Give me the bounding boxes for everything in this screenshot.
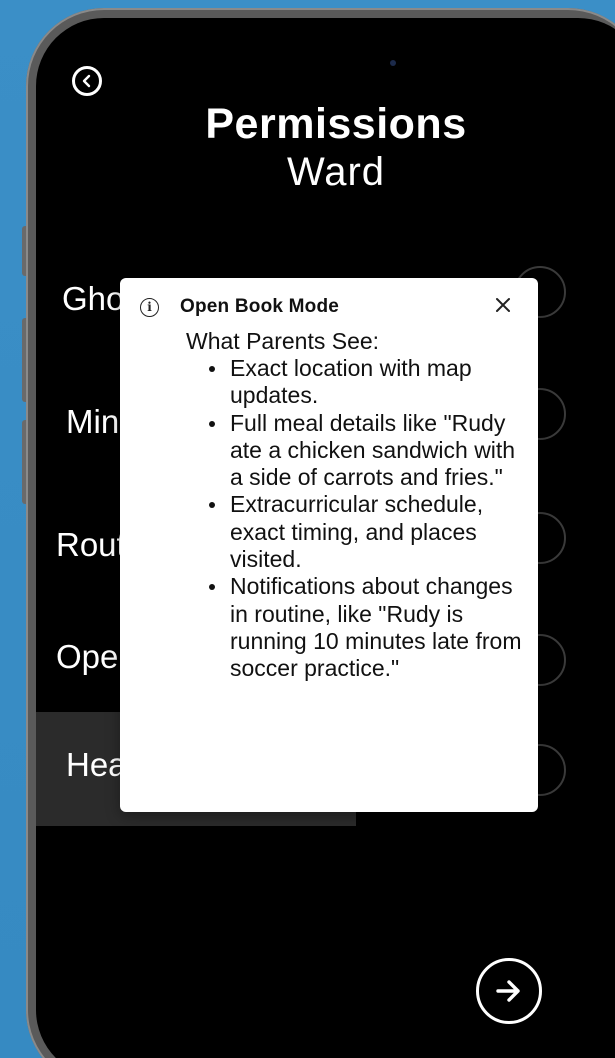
- arrow-right-icon: [496, 980, 520, 1002]
- close-icon[interactable]: [492, 294, 514, 316]
- camera-icon: [390, 60, 396, 66]
- list-item: Exact location with map updates.: [186, 355, 526, 410]
- list-item: Notifications about changes in routine, …: [186, 573, 526, 682]
- page-subtitle: Ward: [286, 150, 386, 194]
- modal-list: Exact location with map updates. Full me…: [186, 355, 526, 683]
- info-icon: i: [140, 297, 159, 317]
- list-item: Extracurricular schedule, exact timing, …: [186, 491, 526, 573]
- next-button[interactable]: [476, 958, 542, 1024]
- list-item: Full meal details like "Rudy ate a chick…: [186, 410, 526, 492]
- modal-heading: What Parents See:: [186, 328, 380, 354]
- modal-header: i Open Book Mode: [140, 296, 339, 318]
- modal-body: What Parents See: Exact location with ma…: [186, 328, 526, 683]
- mode-info-modal: i Open Book Mode What Parents See: Exact…: [120, 278, 538, 812]
- modal-title: Open Book Mode: [180, 296, 340, 317]
- chevron-left-icon: [82, 74, 91, 88]
- back-button[interactable]: [72, 66, 102, 96]
- page-title: Permissions: [205, 100, 467, 148]
- stage: Permissions Ward Ghost Mode Mindful Mode…: [0, 0, 615, 1058]
